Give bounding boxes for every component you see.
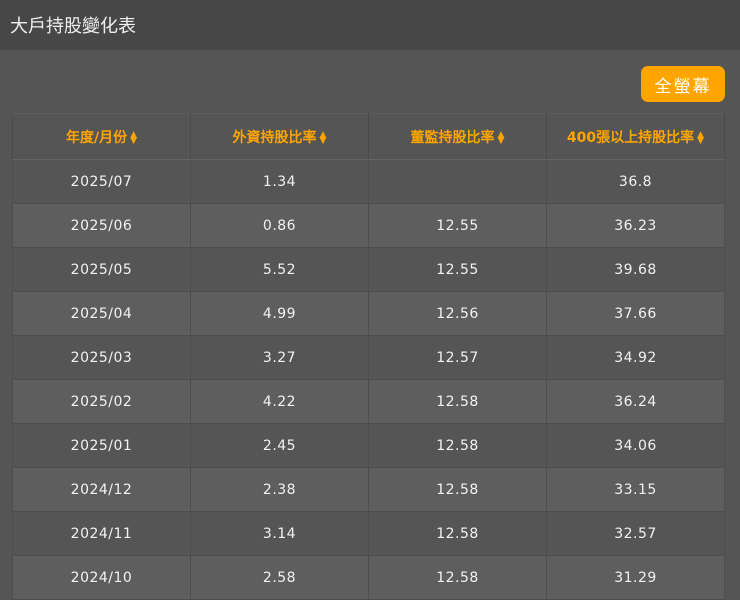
foreign-ratio-cell: 2.58 xyxy=(190,555,369,600)
sort-by-400-lots-ratio-header[interactable]: 400張以上持股比率 ▲ ▼ xyxy=(546,113,725,160)
page-title: 大戶持股變化表 xyxy=(10,16,136,37)
large-holder-ratio-cell: 36.24 xyxy=(546,379,725,424)
month-cell: 2024/11 xyxy=(12,511,191,556)
table-row: 2025/06 0.86 12.55 36.23 xyxy=(12,203,725,248)
table-header-row: 年度/月份 ▲ ▼ 外資持股比率 ▲ ▼ 董監持股比率 ▲ ▼ 400張以上持股比率 ▲ ▼ xyxy=(12,113,725,160)
table-row: 2025/05 5.52 12.55 39.68 xyxy=(12,247,725,292)
large-holder-ratio-cell: 34.92 xyxy=(546,335,725,380)
foreign-ratio-cell: 0.86 xyxy=(190,203,369,248)
column-label: 外資持股比率 xyxy=(232,129,317,146)
large-holder-ratio-cell: 31.29 xyxy=(546,555,725,600)
month-cell: 2025/03 xyxy=(12,335,191,380)
column-label: 年度/月份 xyxy=(65,129,128,146)
foreign-ratio-cell: 3.14 xyxy=(190,511,369,556)
director-ratio-cell: 12.57 xyxy=(368,335,547,380)
table-row: 2024/12 2.38 12.58 33.15 xyxy=(12,467,725,512)
foreign-ratio-cell: 4.22 xyxy=(190,379,369,424)
month-cell: 2025/04 xyxy=(12,291,191,336)
foreign-ratio-cell: 2.45 xyxy=(190,423,369,468)
director-ratio-cell: 12.58 xyxy=(368,423,547,468)
month-cell: 2024/10 xyxy=(12,555,191,600)
month-cell: 2024/12 xyxy=(12,467,191,512)
large-holder-ratio-cell: 34.06 xyxy=(546,423,725,468)
column-label: 400張以上持股比率 xyxy=(566,129,695,146)
sort-icon[interactable]: ▲ ▼ xyxy=(320,130,327,145)
sort-by-director-ratio-header[interactable]: 董監持股比率 ▲ ▼ xyxy=(368,113,547,160)
foreign-ratio-cell: 2.38 xyxy=(190,467,369,512)
month-cell: 2025/01 xyxy=(12,423,191,468)
header-bar: 大戶持股變化表 xyxy=(0,0,740,50)
foreign-ratio-cell: 1.34 xyxy=(190,159,369,204)
large-holder-ratio-cell: 33.15 xyxy=(546,467,725,512)
table-row: 2024/10 2.58 12.58 31.29 xyxy=(12,555,725,600)
table-row: 2025/01 2.45 12.58 34.06 xyxy=(12,423,725,468)
director-ratio-cell: 12.56 xyxy=(368,291,547,336)
table-row: 2025/04 4.99 12.56 37.66 xyxy=(12,291,725,336)
table-row: 2025/02 4.22 12.58 36.24 xyxy=(12,379,725,424)
foreign-ratio-cell: 4.99 xyxy=(190,291,369,336)
holdings-table: 年度/月份 ▲ ▼ 外資持股比率 ▲ ▼ 董監持股比率 ▲ ▼ 400張以上持股比率 ▲ ▼ 2025… xyxy=(12,113,725,600)
month-cell: 2025/02 xyxy=(12,379,191,424)
director-ratio-cell: 12.58 xyxy=(368,555,547,600)
sort-by-month-header[interactable]: 年度/月份 ▲ ▼ xyxy=(12,113,191,160)
sort-icon[interactable]: ▲ ▼ xyxy=(130,130,137,145)
column-label: 董監持股比率 xyxy=(410,129,495,146)
table-row: 2025/07 1.34 36.8 xyxy=(12,159,725,204)
fullscreen-button[interactable]: 全螢幕 xyxy=(641,66,725,102)
month-cell: 2025/05 xyxy=(12,247,191,292)
large-holder-ratio-cell: 36.8 xyxy=(546,159,725,204)
foreign-ratio-cell: 5.52 xyxy=(190,247,369,292)
large-holder-ratio-cell: 37.66 xyxy=(546,291,725,336)
director-ratio-cell: 12.55 xyxy=(368,203,547,248)
director-ratio-cell: 12.58 xyxy=(368,379,547,424)
sort-by-foreign-ratio-header[interactable]: 外資持股比率 ▲ ▼ xyxy=(190,113,369,160)
table-row: 2025/03 3.27 12.57 34.92 xyxy=(12,335,725,380)
foreign-ratio-cell: 3.27 xyxy=(190,335,369,380)
director-ratio-cell: 12.58 xyxy=(368,511,547,556)
sort-icon[interactable]: ▲ ▼ xyxy=(697,130,704,145)
month-cell: 2025/06 xyxy=(12,203,191,248)
month-cell: 2025/07 xyxy=(12,159,191,204)
large-holder-ratio-cell: 39.68 xyxy=(546,247,725,292)
director-ratio-cell: 12.58 xyxy=(368,467,547,512)
large-holder-ratio-cell: 36.23 xyxy=(546,203,725,248)
director-ratio-cell: 12.55 xyxy=(368,247,547,292)
sort-icon[interactable]: ▲ ▼ xyxy=(498,130,505,145)
table-row: 2024/11 3.14 12.58 32.57 xyxy=(12,511,725,556)
director-ratio-cell xyxy=(368,159,547,204)
large-holder-ratio-cell: 32.57 xyxy=(546,511,725,556)
